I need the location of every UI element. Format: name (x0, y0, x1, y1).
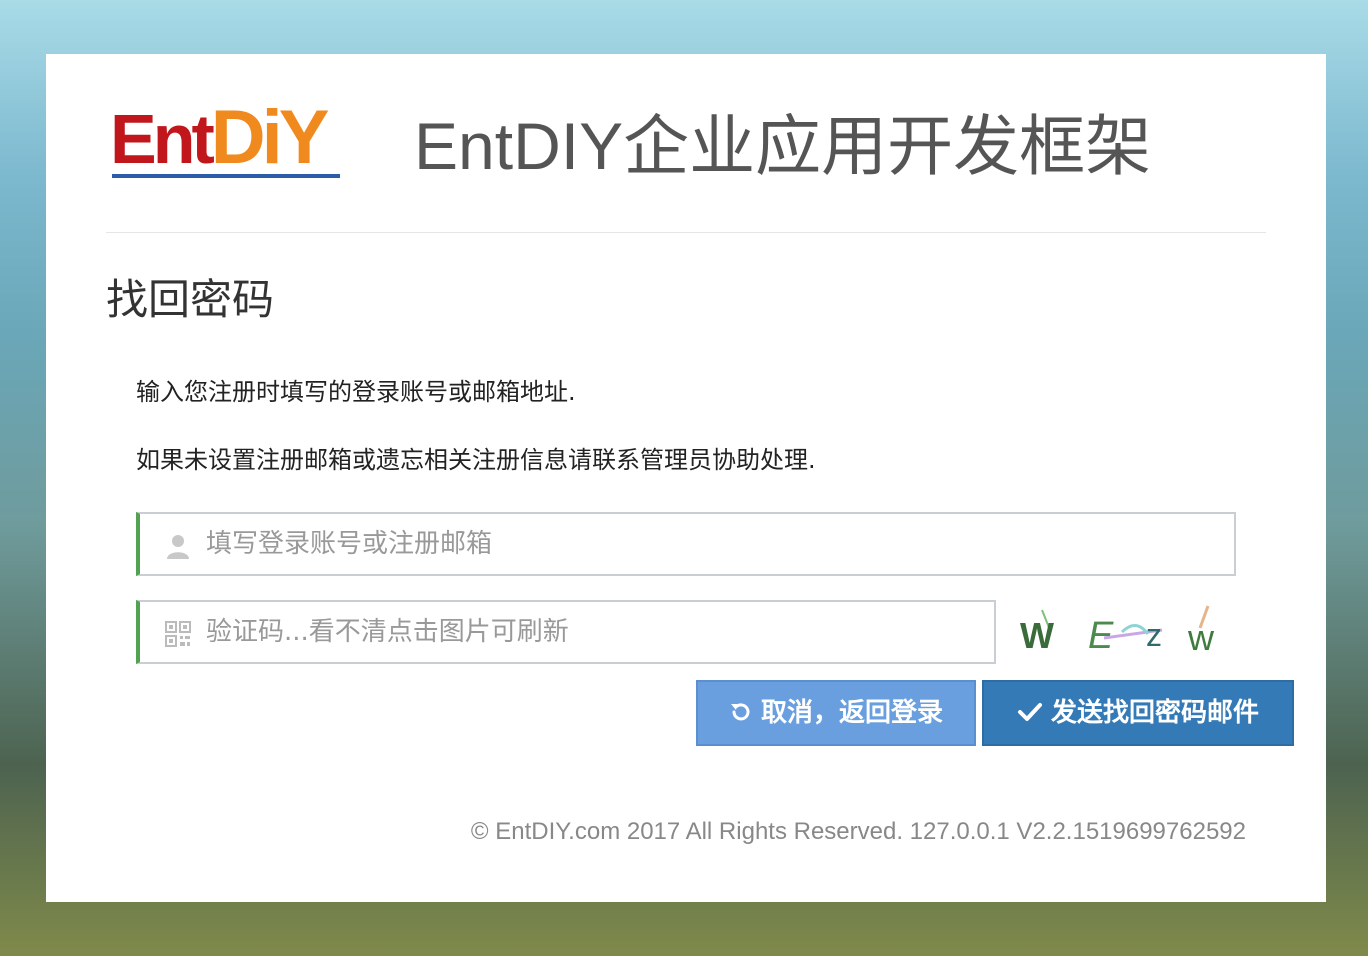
account-input[interactable] (206, 514, 966, 574)
logo-underline (112, 174, 340, 178)
captcha-input[interactable] (206, 602, 966, 662)
page-title: 找回密码 (106, 275, 275, 324)
captcha-field[interactable] (136, 600, 996, 664)
login-card: EntDiY EntDIY企业应用开发框架 找回密码 输入您注册时填写的登录账号… (46, 54, 1326, 902)
logo-text: EntDiY (110, 95, 330, 180)
entdiy-logo: EntDiY (110, 98, 342, 180)
app-title: EntDIY企业应用开发框架 (414, 109, 1152, 183)
footer-copyright: © EntDIY.com 2017 All Rights Reserved. 1… (470, 818, 1246, 845)
instruction-line-2: 如果未设置注册邮箱或遗忘相关注册信息请联系管理员协助处理. (136, 446, 816, 474)
undo-icon (730, 702, 750, 720)
header-divider (106, 232, 1266, 233)
cancel-button-label: 取消，返回登录 (760, 698, 943, 728)
captcha-image[interactable]: W E z w (1012, 602, 1232, 662)
svg-text:W: W (1020, 615, 1054, 656)
svg-text:w: w (1187, 617, 1215, 658)
qrcode-icon (164, 620, 192, 648)
send-reset-email-button[interactable]: 发送找回密码邮件 (982, 680, 1294, 746)
send-button-label: 发送找回密码邮件 (1050, 698, 1259, 728)
account-field[interactable] (136, 512, 1236, 576)
logo-ent: Ent (110, 100, 215, 178)
cancel-button[interactable]: 取消，返回登录 (696, 680, 976, 746)
svg-text:E: E (1088, 615, 1114, 657)
user-icon (164, 532, 192, 560)
logo-diy: DiY (210, 95, 330, 180)
instruction-line-1: 输入您注册时填写的登录账号或邮箱地址. (136, 378, 576, 406)
check-icon (1017, 702, 1042, 721)
svg-text:z: z (1146, 617, 1162, 653)
